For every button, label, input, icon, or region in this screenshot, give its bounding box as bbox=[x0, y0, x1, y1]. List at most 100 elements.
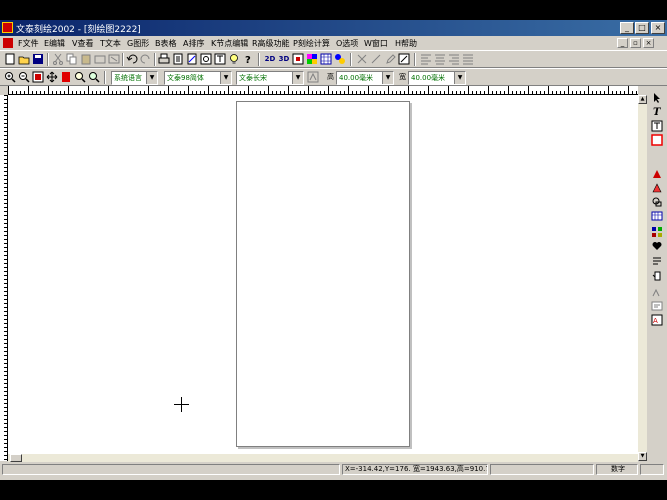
2d-button[interactable]: 2D bbox=[264, 53, 276, 65]
paste-special-icon[interactable] bbox=[94, 53, 106, 65]
zoom-select-icon[interactable] bbox=[74, 71, 86, 83]
dropdown-arrow-icon[interactable]: ▼ bbox=[454, 72, 465, 84]
zoom-all-icon[interactable] bbox=[88, 71, 100, 83]
dropdown-arrow-icon[interactable]: ▼ bbox=[146, 72, 157, 84]
menu-file[interactable]: F文件 bbox=[18, 38, 39, 49]
menu-advanced[interactable]: R高级功能 bbox=[252, 38, 290, 49]
menu-sort[interactable]: A排序 bbox=[183, 38, 204, 49]
color-palette-icon[interactable] bbox=[306, 53, 318, 65]
status-panel-empty bbox=[490, 464, 594, 475]
dropdown-arrow-icon[interactable]: ▼ bbox=[220, 72, 231, 84]
language-select[interactable]: 系统语言 ▼ bbox=[111, 71, 158, 85]
font-style-icon[interactable] bbox=[307, 71, 319, 83]
minimize-button[interactable]: _ bbox=[620, 22, 634, 34]
edit-box-icon[interactable] bbox=[398, 53, 410, 65]
menu-graphics[interactable]: G图形 bbox=[127, 38, 149, 49]
dropdown-arrow-icon[interactable]: ▼ bbox=[382, 72, 393, 84]
width-select[interactable]: 40.00毫米 ▼ bbox=[408, 71, 466, 85]
menu-edit[interactable]: E编辑 bbox=[44, 38, 65, 49]
tip-bulb-icon[interactable] bbox=[228, 53, 240, 65]
heart-icon[interactable] bbox=[650, 240, 663, 252]
select-arrow-icon[interactable] bbox=[650, 92, 663, 104]
frame-text-icon[interactable] bbox=[214, 53, 226, 65]
output-icon[interactable] bbox=[186, 53, 198, 65]
vertical-scrollbar[interactable]: ▲ ▼ bbox=[638, 95, 647, 461]
language-select-value: 系统语言 bbox=[114, 74, 142, 82]
node-icon[interactable] bbox=[292, 53, 304, 65]
status-message bbox=[2, 464, 340, 475]
menu-table[interactable]: B表格 bbox=[155, 38, 177, 49]
align-justify-icon[interactable] bbox=[462, 53, 474, 65]
text-tool-icon[interactable]: T bbox=[650, 105, 663, 118]
redo-icon[interactable] bbox=[140, 53, 152, 65]
red-color-icon[interactable] bbox=[60, 71, 72, 83]
new-file-icon[interactable] bbox=[4, 53, 16, 65]
align-center-icon[interactable] bbox=[434, 53, 446, 65]
grid-icon[interactable] bbox=[650, 226, 663, 238]
line-icon[interactable] bbox=[370, 53, 382, 65]
copy-icon[interactable] bbox=[66, 53, 78, 65]
zoom-page-icon[interactable] bbox=[32, 71, 44, 83]
mdi-close-button[interactable]: × bbox=[643, 38, 654, 48]
menu-node-edit[interactable]: K节点编辑 bbox=[211, 38, 248, 49]
toolbar-separator bbox=[154, 53, 156, 66]
height-select[interactable]: 40.00毫米 ▼ bbox=[336, 71, 394, 85]
save-icon[interactable] bbox=[32, 53, 44, 65]
help-pointer-icon[interactable]: ? bbox=[242, 53, 254, 66]
open-folder-icon[interactable] bbox=[18, 53, 30, 65]
scroll-down-icon[interactable]: ▼ bbox=[638, 452, 647, 461]
scroll-up-icon[interactable]: ▲ bbox=[638, 95, 647, 104]
document-icon[interactable] bbox=[3, 38, 13, 48]
3d-button[interactable]: 3D bbox=[278, 53, 290, 65]
maximize-button[interactable]: □ bbox=[635, 22, 649, 34]
pan-icon[interactable] bbox=[46, 71, 58, 83]
undo-icon[interactable] bbox=[126, 53, 138, 65]
font-select[interactable]: 文泰98简体 ▼ bbox=[164, 71, 232, 85]
zoom-in-icon[interactable] bbox=[4, 71, 16, 83]
font2-select[interactable]: 文泰长宋 ▼ bbox=[236, 71, 304, 85]
menu-help[interactable]: H帮助 bbox=[395, 38, 417, 49]
preview-icon[interactable] bbox=[200, 53, 212, 65]
page-area[interactable] bbox=[236, 101, 410, 447]
text-frame-icon[interactable] bbox=[650, 120, 663, 132]
text-box-icon[interactable] bbox=[650, 300, 663, 312]
grid-icon[interactable] bbox=[320, 53, 332, 65]
cut-icon[interactable] bbox=[52, 53, 64, 65]
drawing-canvas[interactable] bbox=[8, 95, 638, 454]
zoom-out-icon[interactable] bbox=[18, 71, 30, 83]
table-icon[interactable] bbox=[650, 210, 663, 222]
mirror-icon[interactable] bbox=[650, 287, 663, 299]
align-icon[interactable] bbox=[650, 255, 663, 267]
print-setup-icon[interactable] bbox=[172, 53, 184, 65]
svg-text:?: ? bbox=[245, 55, 251, 65]
horizontal-scrollbar[interactable] bbox=[8, 454, 638, 462]
menu-text[interactable]: T文本 bbox=[100, 38, 121, 49]
menu-cutting-calc[interactable]: P刻绘计算 bbox=[293, 38, 330, 49]
menu-options[interactable]: O选项 bbox=[336, 38, 358, 49]
pen-cross-icon[interactable] bbox=[356, 53, 368, 65]
fill-red2-icon[interactable] bbox=[650, 182, 663, 194]
dropdown-arrow-icon[interactable]: ▼ bbox=[292, 72, 303, 84]
color-dots-icon[interactable] bbox=[334, 53, 346, 65]
status-panel-end bbox=[640, 464, 664, 475]
paste-icon[interactable] bbox=[80, 53, 92, 65]
mdi-restore-button[interactable]: ▫ bbox=[630, 38, 641, 48]
pencil-icon[interactable] bbox=[384, 53, 396, 65]
menu-window[interactable]: W窗口 bbox=[364, 38, 388, 49]
clear-icon[interactable] bbox=[108, 53, 120, 65]
mdi-minimize-button[interactable]: _ bbox=[617, 38, 628, 48]
menu-view[interactable]: V查看 bbox=[72, 38, 93, 49]
text-path-icon[interactable]: A bbox=[650, 314, 663, 326]
close-button[interactable]: × bbox=[651, 22, 665, 34]
shape-icon[interactable] bbox=[650, 196, 663, 208]
app-icon[interactable] bbox=[2, 22, 13, 33]
fill-red-icon[interactable] bbox=[650, 168, 663, 180]
rectangle-icon[interactable] bbox=[650, 134, 663, 146]
title-bar[interactable]: 文泰刻绘2002 - [刻绘图2222] _ □ × bbox=[0, 20, 667, 36]
print-icon[interactable] bbox=[158, 53, 170, 65]
horizontal-scroll-thumb[interactable] bbox=[10, 454, 22, 462]
align-left-icon[interactable] bbox=[420, 53, 432, 65]
rotate-icon[interactable] bbox=[650, 270, 663, 282]
status-bar: X=-314.42,Y=176. 宽=1943.63,高=910.7. 数字 bbox=[0, 463, 667, 477]
align-right-icon[interactable] bbox=[448, 53, 460, 65]
